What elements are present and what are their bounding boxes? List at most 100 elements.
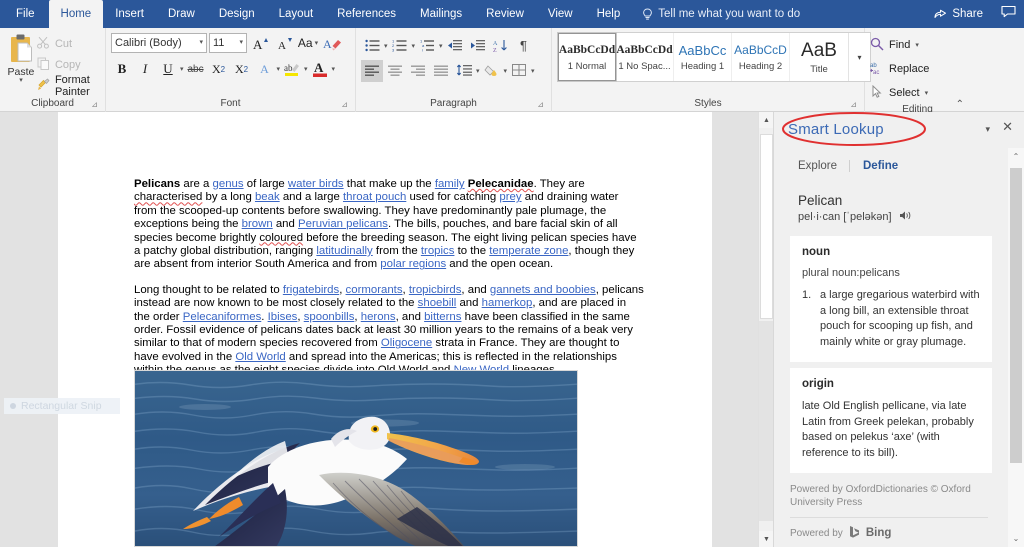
pane-options-caret[interactable]: ▾ <box>985 124 990 135</box>
tab-draw[interactable]: Draw <box>156 0 207 28</box>
highlight-caret[interactable]: ▾ <box>304 65 308 73</box>
align-left-button[interactable] <box>361 59 383 82</box>
tab-explore[interactable]: Explore <box>798 160 849 172</box>
pelican-photo[interactable] <box>134 370 578 547</box>
link-cormorants[interactable]: cormorants <box>346 284 403 296</box>
tab-help[interactable]: Help <box>585 0 633 28</box>
tab-define[interactable]: Define <box>849 160 910 172</box>
sort-button[interactable]: A Z <box>490 35 512 57</box>
tab-view[interactable]: View <box>536 0 585 28</box>
link-peruvian-pelicans[interactable]: Peruvian pelicans <box>298 218 388 230</box>
tab-references[interactable]: References <box>325 0 408 28</box>
text-highlight-button[interactable]: ab <box>281 58 303 80</box>
link-prey[interactable]: prey <box>499 191 521 203</box>
font-dialog-launcher[interactable]: ⊿ <box>341 98 348 111</box>
numbering-button[interactable]: 1 2 3 <box>389 35 411 57</box>
paste-dropdown-caret[interactable]: ▾ <box>19 77 23 84</box>
style-heading-1[interactable]: AaBbCc Heading 1 <box>674 33 732 81</box>
link-temperate-zone[interactable]: temperate zone <box>489 245 568 257</box>
show-formatting-marks-button[interactable]: ¶ <box>513 35 535 57</box>
style-normal[interactable]: AaBbCcDd 1 Normal <box>557 32 617 82</box>
close-icon[interactable]: ✕ <box>1002 119 1013 135</box>
select-caret[interactable]: ▾ <box>925 89 929 97</box>
pane-scroll-down-arrow[interactable]: ⌄ <box>1008 530 1024 547</box>
bold-button[interactable]: B <box>111 58 133 80</box>
pane-scroll-thumb[interactable] <box>1010 168 1022 463</box>
increase-indent-button[interactable] <box>467 35 489 57</box>
paragraph-1[interactable]: Pelicans are a genus of large water bird… <box>134 178 644 272</box>
styles-dialog-launcher[interactable]: ⊿ <box>850 98 857 111</box>
decrease-indent-button[interactable] <box>444 35 466 57</box>
find-button[interactable]: Find ▾ <box>870 35 919 55</box>
tab-layout[interactable]: Layout <box>267 0 326 28</box>
link-bitterns[interactable]: bitterns <box>424 311 461 323</box>
style-title[interactable]: AaB Title <box>790 33 848 81</box>
find-caret[interactable]: ▾ <box>915 41 919 49</box>
tab-review[interactable]: Review <box>474 0 536 28</box>
style-heading-2[interactable]: AaBbCcD Heading 2 <box>732 33 790 81</box>
link-pelecaniformes[interactable]: Pelecaniformes <box>183 311 262 323</box>
document-text-body[interactable]: Pelicans are a genus of large water bird… <box>134 178 644 390</box>
font-color-button[interactable]: A <box>309 58 331 80</box>
link-genus[interactable]: genus <box>213 178 244 190</box>
pane-scrollbar[interactable]: ⌃ ⌄ <box>1008 148 1024 547</box>
font-name-caret[interactable]: ▾ <box>199 34 203 52</box>
scroll-down-arrow[interactable]: ▼ <box>759 531 774 547</box>
paragraph-dialog-launcher[interactable]: ⊿ <box>537 98 544 111</box>
tab-mailings[interactable]: Mailings <box>408 0 474 28</box>
link-throat-pouch[interactable]: throat pouch <box>343 191 406 203</box>
change-case-button[interactable]: Aa ▾ <box>297 32 319 54</box>
link-tropics[interactable]: tropics <box>421 245 455 257</box>
link-family[interactable]: family <box>435 178 465 190</box>
shading-button[interactable] <box>481 60 503 82</box>
borders-button[interactable] <box>508 60 530 82</box>
bullets-button[interactable] <box>361 35 383 57</box>
line-spacing-caret[interactable]: ▾ <box>476 67 480 75</box>
link-spoonbills[interactable]: spoonbills <box>304 311 355 323</box>
justify-button[interactable] <box>430 60 452 82</box>
copy-button[interactable]: Copy <box>37 56 100 73</box>
pane-scroll-up-arrow[interactable]: ⌃ <box>1008 148 1024 165</box>
clipboard-dialog-launcher[interactable]: ⊿ <box>91 98 98 111</box>
tab-insert[interactable]: Insert <box>103 0 156 28</box>
borders-caret[interactable]: ▾ <box>531 67 535 75</box>
link-shoebill[interactable]: shoebill <box>418 297 457 309</box>
document-scroll-track[interactable] <box>759 321 774 521</box>
text-effects-button[interactable]: A <box>254 58 276 80</box>
font-name-combo[interactable]: Calibri (Body) ▾ <box>111 33 207 53</box>
paragraph-2[interactable]: Long thought to be related to frigatebir… <box>134 284 644 378</box>
link-frigatebirds[interactable]: frigatebirds <box>283 284 339 296</box>
link-oligocene[interactable]: Oligocene <box>381 337 432 349</box>
tell-me-search[interactable]: Tell me what you want to do <box>632 0 810 28</box>
italic-button[interactable]: I <box>134 58 156 80</box>
font-size-combo[interactable]: 11 ▾ <box>209 33 247 53</box>
grow-font-button[interactable]: A <box>249 32 271 54</box>
cut-button[interactable]: Cut <box>37 35 100 52</box>
link-brown[interactable]: brown <box>242 218 273 230</box>
link-tropicbirds[interactable]: tropicbirds <box>409 284 462 296</box>
underline-button[interactable]: U <box>157 58 179 80</box>
link-beak[interactable]: beak <box>255 191 280 203</box>
align-right-button[interactable] <box>407 60 429 82</box>
link-water-birds[interactable]: water birds <box>288 178 344 190</box>
line-spacing-button[interactable] <box>453 60 475 82</box>
link-polar-regions[interactable]: polar regions <box>380 258 446 270</box>
align-center-button[interactable] <box>384 60 406 82</box>
link-herons[interactable]: herons <box>361 311 396 323</box>
shading-caret[interactable]: ▾ <box>504 67 508 75</box>
change-case-caret[interactable]: ▾ <box>315 39 319 47</box>
link-gannets-boobies[interactable]: gannets and boobies <box>490 284 596 296</box>
underline-caret[interactable]: ▾ <box>180 65 184 73</box>
share-button[interactable]: Share <box>930 7 987 22</box>
numbering-caret[interactable]: ▾ <box>412 42 416 50</box>
style-no-spacing[interactable]: AaBbCcDd 1 No Spac... <box>616 33 674 81</box>
link-hamerkop[interactable]: hamerkop <box>482 297 533 309</box>
shrink-font-button[interactable]: A <box>273 32 295 54</box>
font-size-caret[interactable]: ▾ <box>239 34 243 52</box>
document-canvas[interactable]: Pelicans are a genus of large water bird… <box>0 112 758 547</box>
document-scroll-thumb[interactable] <box>760 134 773 319</box>
link-ibises[interactable]: Ibises <box>268 311 298 323</box>
comments-icon[interactable] <box>1001 5 1016 23</box>
format-painter-button[interactable]: Format Painter <box>37 74 100 98</box>
text-effects-caret[interactable]: ▾ <box>277 65 281 73</box>
